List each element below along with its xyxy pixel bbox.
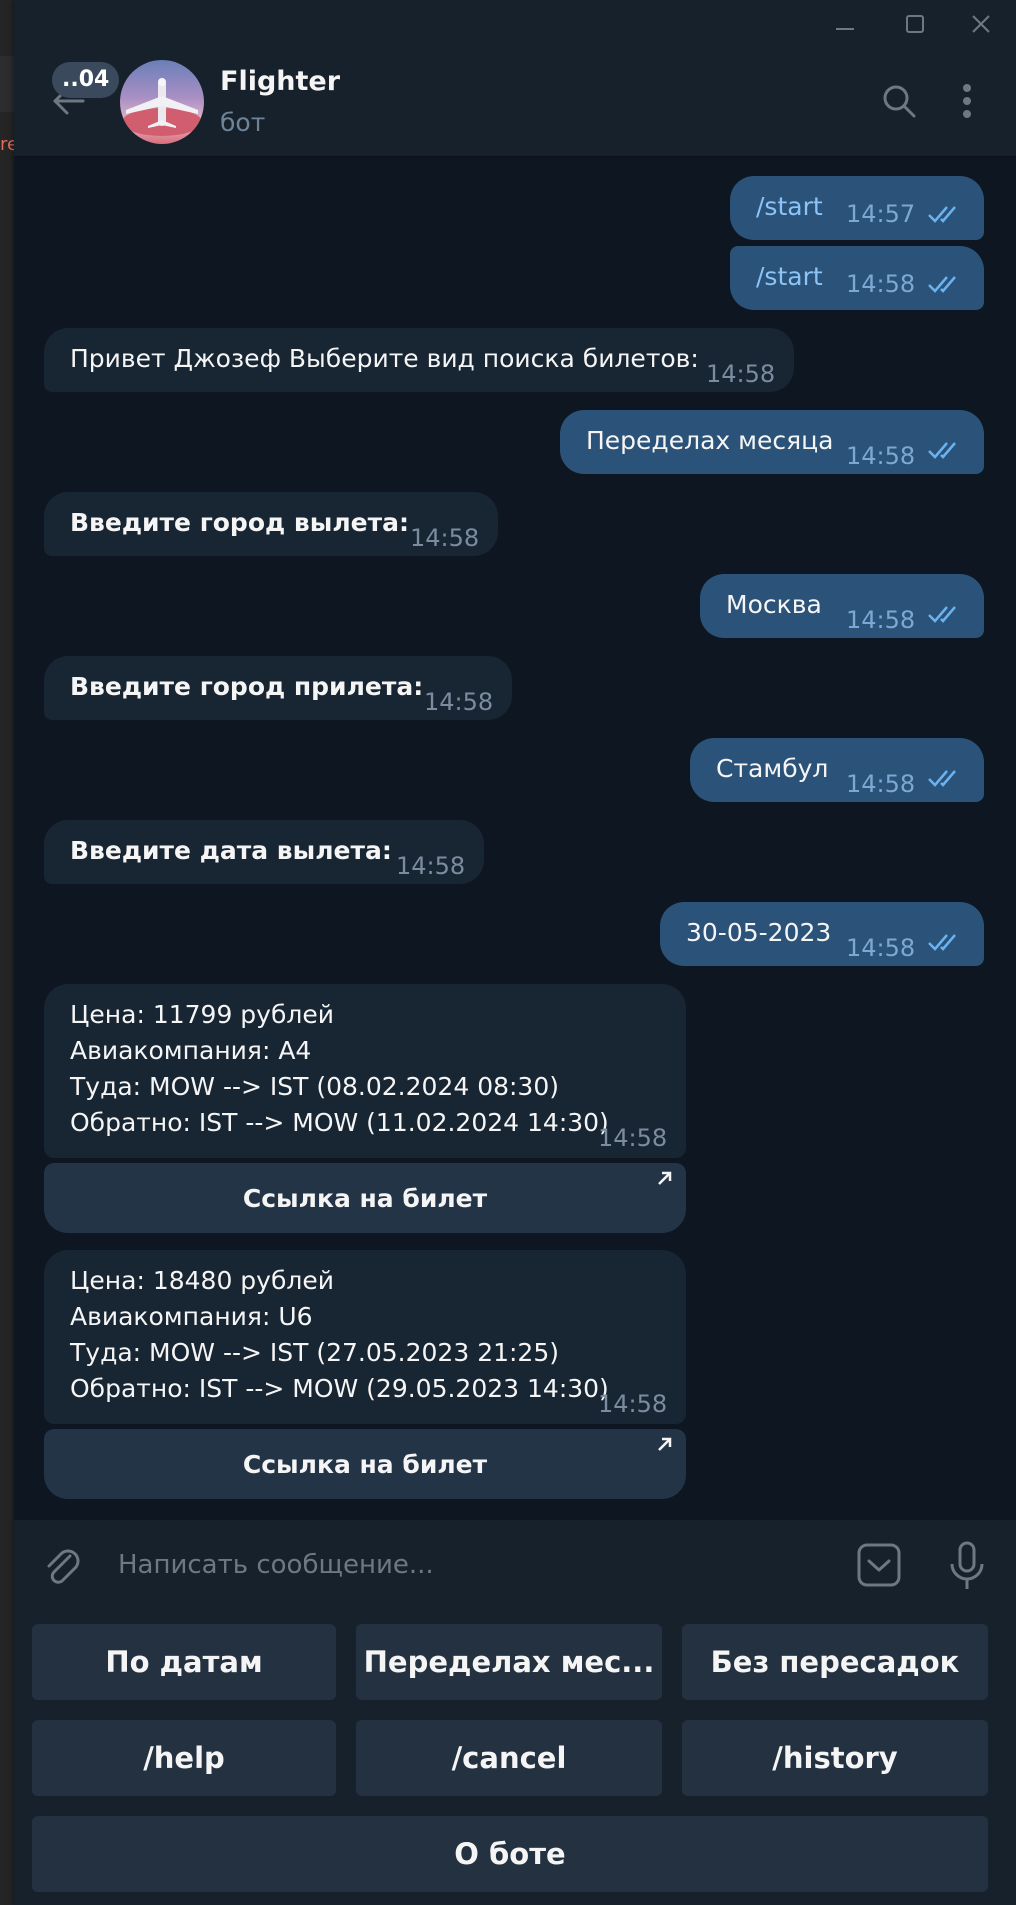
message-time: 14:58 (598, 1390, 668, 1418)
message-time: 14:58 (846, 934, 916, 962)
paperclip-icon (47, 1549, 80, 1584)
minimize-button[interactable] (810, 0, 880, 48)
keyboard-button-nonstop[interactable]: Без пересадок (682, 1624, 988, 1700)
message-incoming[interactable]: Введите дата вылета: 14:58 (44, 820, 484, 884)
keyboard-button-history[interactable]: /history (682, 1720, 988, 1796)
message-incoming[interactable]: Введите город прилета: 14:58 (44, 656, 512, 720)
message-outgoing[interactable]: Москва 14:58 (700, 574, 984, 638)
message-input[interactable]: Написать сообщение... (118, 1550, 434, 1580)
message-text: Введите город прилета: (70, 672, 424, 701)
ticket-airline: Авиакомпания: A4 (70, 1036, 312, 1065)
double-check-icon (928, 442, 956, 459)
maximize-icon (906, 15, 924, 33)
message-time: 14:58 (396, 852, 466, 880)
ticket-link-label: Ссылка на билет (242, 1449, 488, 1479)
telegram-window: ..04 Flighter бот /start 14:57 /start 14… (14, 0, 1016, 1905)
keyboard-button-within-month[interactable]: Переделах мес... (356, 1624, 662, 1700)
title-bar (14, 0, 1016, 48)
message-text: /start (756, 262, 823, 291)
search-icon (883, 85, 916, 118)
message-outgoing[interactable]: Стамбул 14:58 (690, 738, 984, 802)
message-outgoing[interactable]: /start 14:58 (730, 246, 984, 310)
close-button[interactable] (946, 0, 1016, 48)
airplane-icon (122, 78, 202, 136)
unread-badge: ..04 (52, 62, 120, 98)
ticket-outbound: Туда: MOW --> IST (27.05.2023 21:25) (70, 1338, 559, 1367)
message-time: 14:58 (706, 360, 776, 388)
message-time: 14:58 (846, 442, 916, 470)
external-link-icon (658, 1437, 672, 1451)
ticket-link-button[interactable]: Ссылка на билет (44, 1429, 686, 1499)
chat-header: ..04 Flighter бот (14, 48, 1016, 157)
message-text: Стамбул (716, 754, 829, 783)
keyboard-button-by-dates[interactable]: По датам (32, 1624, 336, 1700)
double-check-icon (928, 606, 956, 623)
ticket-card[interactable]: Цена: 18480 рублей Авиакомпания: U6 Туда… (44, 1250, 686, 1424)
message-composer: Написать сообщение... (14, 1520, 1016, 1614)
message-text: /start (756, 192, 823, 221)
ticket-price: Цена: 11799 рублей (70, 1000, 334, 1029)
search-button[interactable] (874, 76, 924, 126)
keyboard-collapse-icon (857, 1543, 901, 1587)
double-check-icon (928, 206, 956, 223)
ticket-airline: Авиакомпания: U6 (70, 1302, 313, 1331)
keyboard-button-cancel[interactable]: /cancel (356, 1720, 662, 1796)
microphone-icon (950, 1541, 984, 1589)
keyboard-button-about[interactable]: О боте (32, 1816, 988, 1892)
ticket-price: Цена: 18480 рублей (70, 1266, 334, 1295)
keyboard-button-help[interactable]: /help (32, 1720, 336, 1796)
more-vertical-icon (963, 84, 971, 118)
message-outgoing[interactable]: 30-05-2023 14:58 (660, 902, 984, 966)
message-incoming[interactable]: Привет Джозеф Выберите вид поиска билето… (44, 328, 794, 392)
double-check-icon (928, 276, 956, 293)
message-time: 14:58 (410, 524, 480, 552)
double-check-icon (928, 770, 956, 787)
ticket-return: Обратно: IST --> MOW (11.02.2024 14:30) (70, 1108, 609, 1137)
voice-button[interactable] (944, 1540, 992, 1592)
message-outgoing[interactable]: /start 14:57 (730, 176, 984, 240)
message-time: 14:58 (846, 606, 916, 634)
message-text: Введите дата вылета: (70, 836, 392, 865)
message-incoming[interactable]: Введите город вылета: 14:58 (44, 492, 498, 556)
message-time: 14:58 (598, 1124, 668, 1152)
ticket-link-button[interactable]: Ссылка на билет (44, 1163, 686, 1233)
reply-keyboard: По датам Переделах мес... Без пересадок … (14, 1614, 1016, 1905)
external-link-icon (658, 1171, 672, 1185)
message-text: Привет Джозеф Выберите вид поиска билето… (70, 344, 699, 373)
message-text: 30-05-2023 (686, 918, 832, 947)
chat-title: Flighter (220, 66, 341, 97)
message-outgoing[interactable]: Переделах месяца 14:58 (560, 410, 984, 474)
ticket-card[interactable]: Цена: 11799 рублей Авиакомпания: A4 Туда… (44, 984, 686, 1158)
more-menu-button[interactable] (942, 76, 992, 126)
maximize-button[interactable] (880, 0, 950, 48)
message-time: 14:58 (424, 688, 494, 716)
message-text: Переделах месяца (586, 426, 834, 455)
background-bar (0, 56, 14, 112)
message-time: 14:58 (846, 770, 916, 798)
avatar[interactable] (120, 60, 204, 144)
bot-keyboard-toggle[interactable] (856, 1542, 904, 1590)
ticket-return: Обратно: IST --> MOW (29.05.2023 14:30) (70, 1374, 609, 1403)
chat-subtitle: бот (220, 108, 266, 137)
ticket-details: Цена: 11799 рублей Авиакомпания: A4 Туда… (70, 997, 609, 1141)
ticket-outbound: Туда: MOW --> IST (08.02.2024 08:30) (70, 1072, 559, 1101)
message-time: 14:58 (846, 270, 916, 298)
ticket-link-label: Ссылка на билет (242, 1183, 488, 1213)
background-window: re (0, 0, 18, 1905)
message-text: Москва (726, 590, 822, 619)
double-check-icon (928, 934, 956, 951)
attach-button[interactable] (40, 1544, 88, 1592)
close-icon (972, 15, 990, 33)
message-list: /start 14:57 /start 14:58 Привет Джозеф … (14, 157, 1016, 1520)
minimize-icon (836, 28, 854, 30)
ticket-details: Цена: 18480 рублей Авиакомпания: U6 Туда… (70, 1263, 609, 1407)
message-text: Введите город вылета: (70, 508, 409, 537)
message-time: 14:57 (846, 200, 916, 228)
